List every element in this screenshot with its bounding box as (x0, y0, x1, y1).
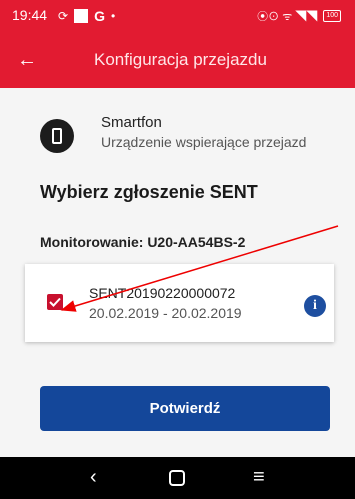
entry-checkbox[interactable] (47, 294, 63, 310)
status-dot: • (110, 9, 116, 23)
page-title: Konfiguracja przejazdu (94, 50, 267, 69)
battery-icon: 100 (323, 10, 341, 22)
status-right-icons: ⦿⊙ ᯤ ◥◥ 100 (257, 8, 341, 24)
confirm-button[interactable]: Potwierdź (40, 386, 330, 431)
nav-home-icon[interactable] (169, 470, 185, 486)
nav-back-icon[interactable]: ‹ (90, 466, 97, 489)
sync-icon: ⟳ (58, 9, 69, 23)
status-bar: 19:44 ⟳ G • ⦿⊙ ᯤ ◥◥ 100 (0, 0, 355, 32)
monitoring-label: Monitorowanie: U20-AA54BS-2 (40, 234, 246, 250)
app-bar: ← Konfiguracja przejazdu (0, 32, 355, 88)
device-row: Smartfon Urządzenie wspierające przejazd (40, 112, 355, 162)
section-heading: Wybierz zgłoszenie SENT (40, 182, 258, 202)
status-left-icons: ⟳ G • (58, 8, 115, 24)
g-label: G (94, 8, 105, 24)
check-icon (49, 297, 61, 307)
nav-menu-icon[interactable]: ≡ (253, 466, 265, 489)
back-arrow-icon[interactable]: ← (12, 46, 42, 74)
navigation-bar: ‹ ≡ (0, 457, 355, 499)
entry-number: SENT20190220000072 (89, 285, 236, 301)
signal-icons: ⦿⊙ ᯤ ◥◥ (257, 11, 318, 23)
smartphone-icon (40, 119, 74, 153)
info-icon[interactable]: i (304, 295, 326, 317)
device-subtitle: Urządzenie wspierające przejazd (101, 134, 307, 150)
main-content: Smartfon Urządzenie wspierające przejazd… (0, 88, 355, 457)
status-time: 19:44 (12, 7, 48, 23)
device-title: Smartfon (101, 114, 162, 131)
entry-dates: 20.02.2019 - 20.02.2019 (89, 305, 242, 321)
notification-square-icon (74, 9, 89, 23)
sent-entry-card[interactable]: SENT20190220000072 20.02.2019 - 20.02.20… (25, 264, 334, 342)
